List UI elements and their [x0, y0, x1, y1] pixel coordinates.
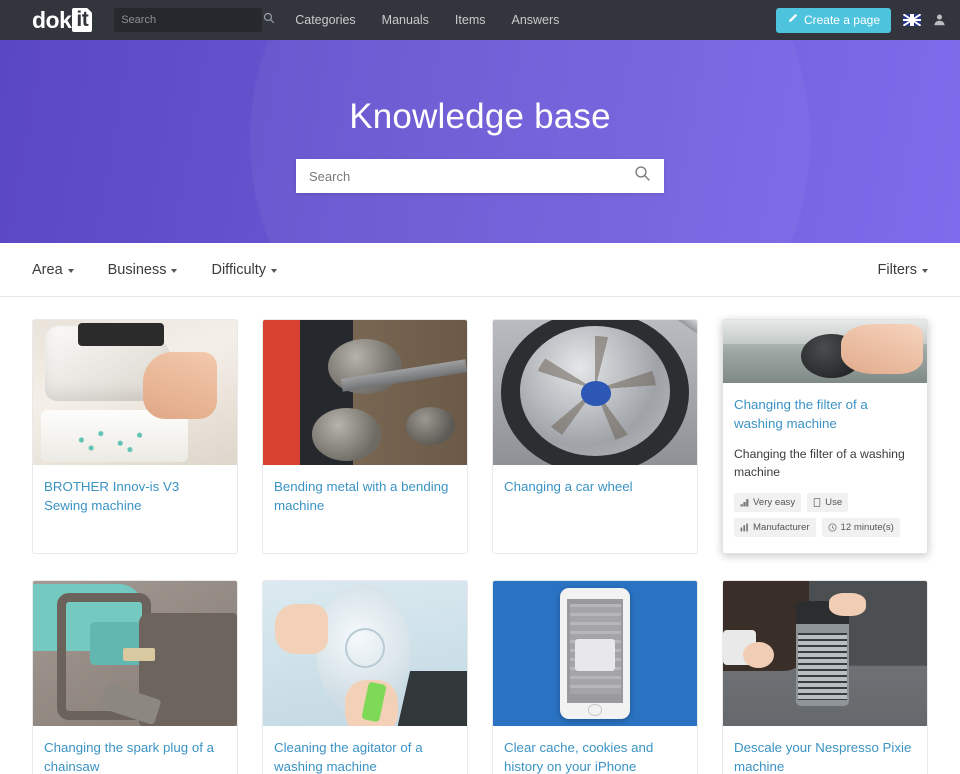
tag-type-label: Use	[825, 497, 843, 509]
top-navbar: dok it Categories Manuals Items Answers …	[0, 0, 960, 40]
document-icon	[813, 498, 821, 507]
card-item[interactable]: Cleaning the agitator of a washing machi…	[262, 580, 468, 774]
card-thumbnail	[493, 320, 697, 465]
card-thumbnail	[263, 320, 467, 465]
filter-bar: Area Business Difficulty Filters	[0, 243, 960, 297]
site-logo[interactable]: dok it	[32, 6, 93, 33]
card-thumbnail	[263, 581, 467, 727]
uk-flag-icon[interactable]	[903, 14, 921, 26]
search-icon	[263, 11, 275, 29]
card-title[interactable]: Clear cache, cookies and history on your…	[504, 738, 686, 774]
chevron-down-icon	[171, 268, 178, 273]
logo-badge: it	[72, 8, 93, 32]
tag-difficulty-label: Very easy	[753, 497, 796, 509]
card-description: Changing the filter of a washing machine	[734, 446, 905, 479]
card-tag-row: Very easy Use Manufacturer 12 minute(s)	[734, 493, 916, 538]
card-body: Bending metal with a bending machine	[263, 465, 467, 532]
chevron-down-icon	[922, 268, 928, 273]
card-body: Changing the filter of a washing machine…	[723, 383, 927, 553]
card-thumbnail	[493, 581, 697, 727]
tag-type: Use	[807, 493, 849, 513]
filter-dropdown-group: Area Business Difficulty	[32, 261, 278, 278]
card-title[interactable]: Changing the spark plug of a chainsaw	[44, 738, 226, 774]
logo-text: dok	[32, 6, 72, 33]
card-body: Descale your Nespresso Pixie machine	[723, 726, 927, 774]
card-grid: BROTHER Innov-is V3 Sewing machine Bendi…	[32, 319, 928, 774]
card-item[interactable]: Descale your Nespresso Pixie machine	[722, 580, 928, 774]
filters-label: Filters	[877, 261, 917, 278]
navbar-search[interactable]	[114, 8, 275, 32]
card-body: Changing a car wheel	[493, 465, 697, 520]
card-item[interactable]: BROTHER Innov-is V3 Sewing machine	[32, 319, 238, 555]
hero-banner: Knowledge base	[0, 40, 960, 243]
navbar-links: Categories Manuals Items Answers	[295, 13, 559, 27]
tag-duration-label: 12 minute(s)	[840, 522, 894, 534]
search-icon[interactable]	[634, 165, 651, 187]
filter-difficulty-label: Difficulty	[211, 261, 267, 278]
nav-link-categories[interactable]: Categories	[295, 13, 355, 27]
user-avatar-icon[interactable]	[933, 13, 946, 28]
pencil-icon	[787, 13, 798, 27]
card-body: Changing the spark plug of a chainsaw	[33, 726, 237, 774]
card-body: BROTHER Innov-is V3 Sewing machine	[33, 465, 237, 532]
tag-duration: 12 minute(s)	[821, 518, 900, 538]
card-item[interactable]: Bending metal with a bending machine	[262, 319, 468, 555]
card-thumbnail	[723, 320, 927, 383]
nav-link-items[interactable]: Items	[455, 13, 486, 27]
filter-difficulty[interactable]: Difficulty	[211, 261, 278, 278]
card-body: Cleaning the agitator of a washing machi…	[263, 726, 467, 774]
card-title[interactable]: Cleaning the agitator of a washing machi…	[274, 738, 456, 774]
difficulty-icon	[740, 498, 749, 507]
hero-decorative-circle	[250, 40, 810, 243]
card-item[interactable]: Changing a car wheel	[492, 319, 698, 555]
filter-business[interactable]: Business	[108, 262, 178, 278]
tag-difficulty: Very easy	[734, 493, 802, 513]
card-title[interactable]: Changing the filter of a washing machine	[734, 395, 916, 434]
card-body: Clear cache, cookies and history on your…	[493, 726, 697, 774]
card-thumbnail	[723, 581, 927, 727]
create-page-button[interactable]: Create a page	[775, 7, 891, 33]
card-thumbnail	[33, 320, 237, 465]
tag-source-label: Manufacturer	[753, 522, 810, 534]
card-item-hovered[interactable]: Changing the filter of a washing machine…	[722, 319, 928, 555]
card-title[interactable]: BROTHER Innov-is V3 Sewing machine	[44, 477, 226, 516]
card-thumbnail	[33, 581, 237, 727]
card-item[interactable]: Clear cache, cookies and history on your…	[492, 580, 698, 774]
hero-search-input[interactable]	[309, 168, 634, 184]
chart-icon	[740, 523, 749, 532]
navbar-right-group: Create a page	[775, 0, 946, 40]
navbar-search-input[interactable]	[121, 14, 264, 26]
chevron-down-icon	[271, 268, 278, 273]
filter-area-label: Area	[32, 261, 63, 278]
card-item[interactable]: Changing the spark plug of a chainsaw	[32, 580, 238, 774]
filter-business-label: Business	[107, 261, 167, 278]
card-title[interactable]: Changing a car wheel	[504, 477, 686, 496]
filters-toggle[interactable]: Filters	[878, 262, 928, 278]
create-page-label: Create a page	[803, 13, 880, 27]
card-title[interactable]: Bending metal with a bending machine	[274, 477, 456, 516]
nav-link-answers[interactable]: Answers	[511, 13, 559, 27]
filter-area[interactable]: Area	[32, 262, 74, 278]
hero-search-box[interactable]	[296, 159, 664, 193]
clock-icon	[828, 523, 837, 532]
chevron-down-icon	[67, 268, 74, 273]
content-area: BROTHER Innov-is V3 Sewing machine Bendi…	[0, 297, 960, 774]
tag-source: Manufacturer	[734, 518, 816, 538]
page-title: Knowledge base	[349, 97, 611, 136]
card-title[interactable]: Descale your Nespresso Pixie machine	[734, 738, 916, 774]
nav-link-manuals[interactable]: Manuals	[382, 13, 429, 27]
